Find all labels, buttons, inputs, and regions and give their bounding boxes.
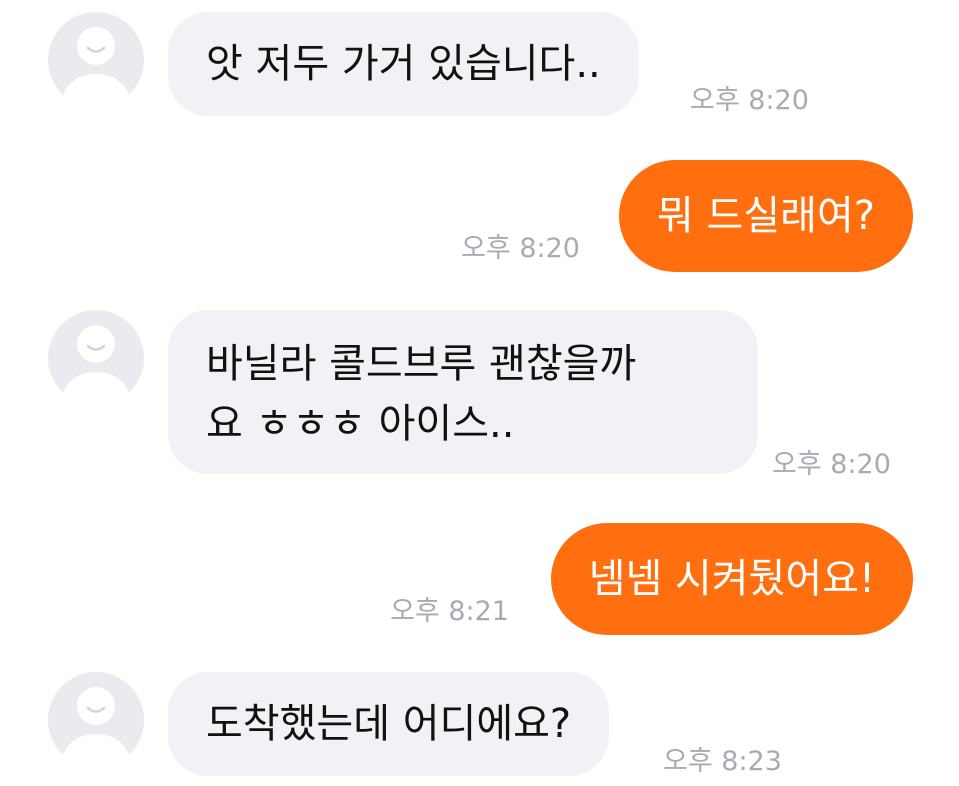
message-timestamp: 오후 8:20 <box>772 449 891 480</box>
message-bubble-outgoing[interactable]: 뭐 드실래여? <box>619 160 913 272</box>
message-text-line: 요 ㅎㅎㅎ 아이스.. <box>206 401 515 447</box>
message-text-line: 바닐라 콜드브루 괜찮을까 <box>206 341 637 387</box>
default-profile-icon <box>49 13 143 108</box>
message-text: 도착했는데 어디에요? <box>206 701 572 747</box>
message-timestamp: 오후 8:20 <box>461 233 580 264</box>
sender-avatar[interactable] <box>48 12 144 108</box>
message-bubble-incoming[interactable]: 도착했는데 어디에요? <box>168 672 610 776</box>
sender-avatar[interactable] <box>48 672 144 768</box>
message-bubble-outgoing[interactable]: 넴넴 시켜뒀어요! <box>550 523 913 635</box>
default-profile-icon <box>49 673 143 768</box>
sender-avatar[interactable] <box>48 310 144 406</box>
default-profile-icon <box>49 311 143 406</box>
message-bubble-incoming[interactable]: 바닐라 콜드브루 괜찮을까 요 ㅎㅎㅎ 아이스.. <box>168 310 758 474</box>
message-timestamp: 오후 8:21 <box>390 596 509 627</box>
message-timestamp: 오후 8:20 <box>690 85 809 116</box>
message-text: 뭐 드실래여? <box>657 193 875 239</box>
message-bubble-incoming[interactable]: 앗 저두 가거 있습니다.. <box>168 12 639 116</box>
message-text: 앗 저두 가거 있습니다.. <box>206 41 601 87</box>
message-text: 넴넴 시켜뒀어요! <box>588 556 875 602</box>
message-timestamp: 오후 8:23 <box>663 746 782 777</box>
